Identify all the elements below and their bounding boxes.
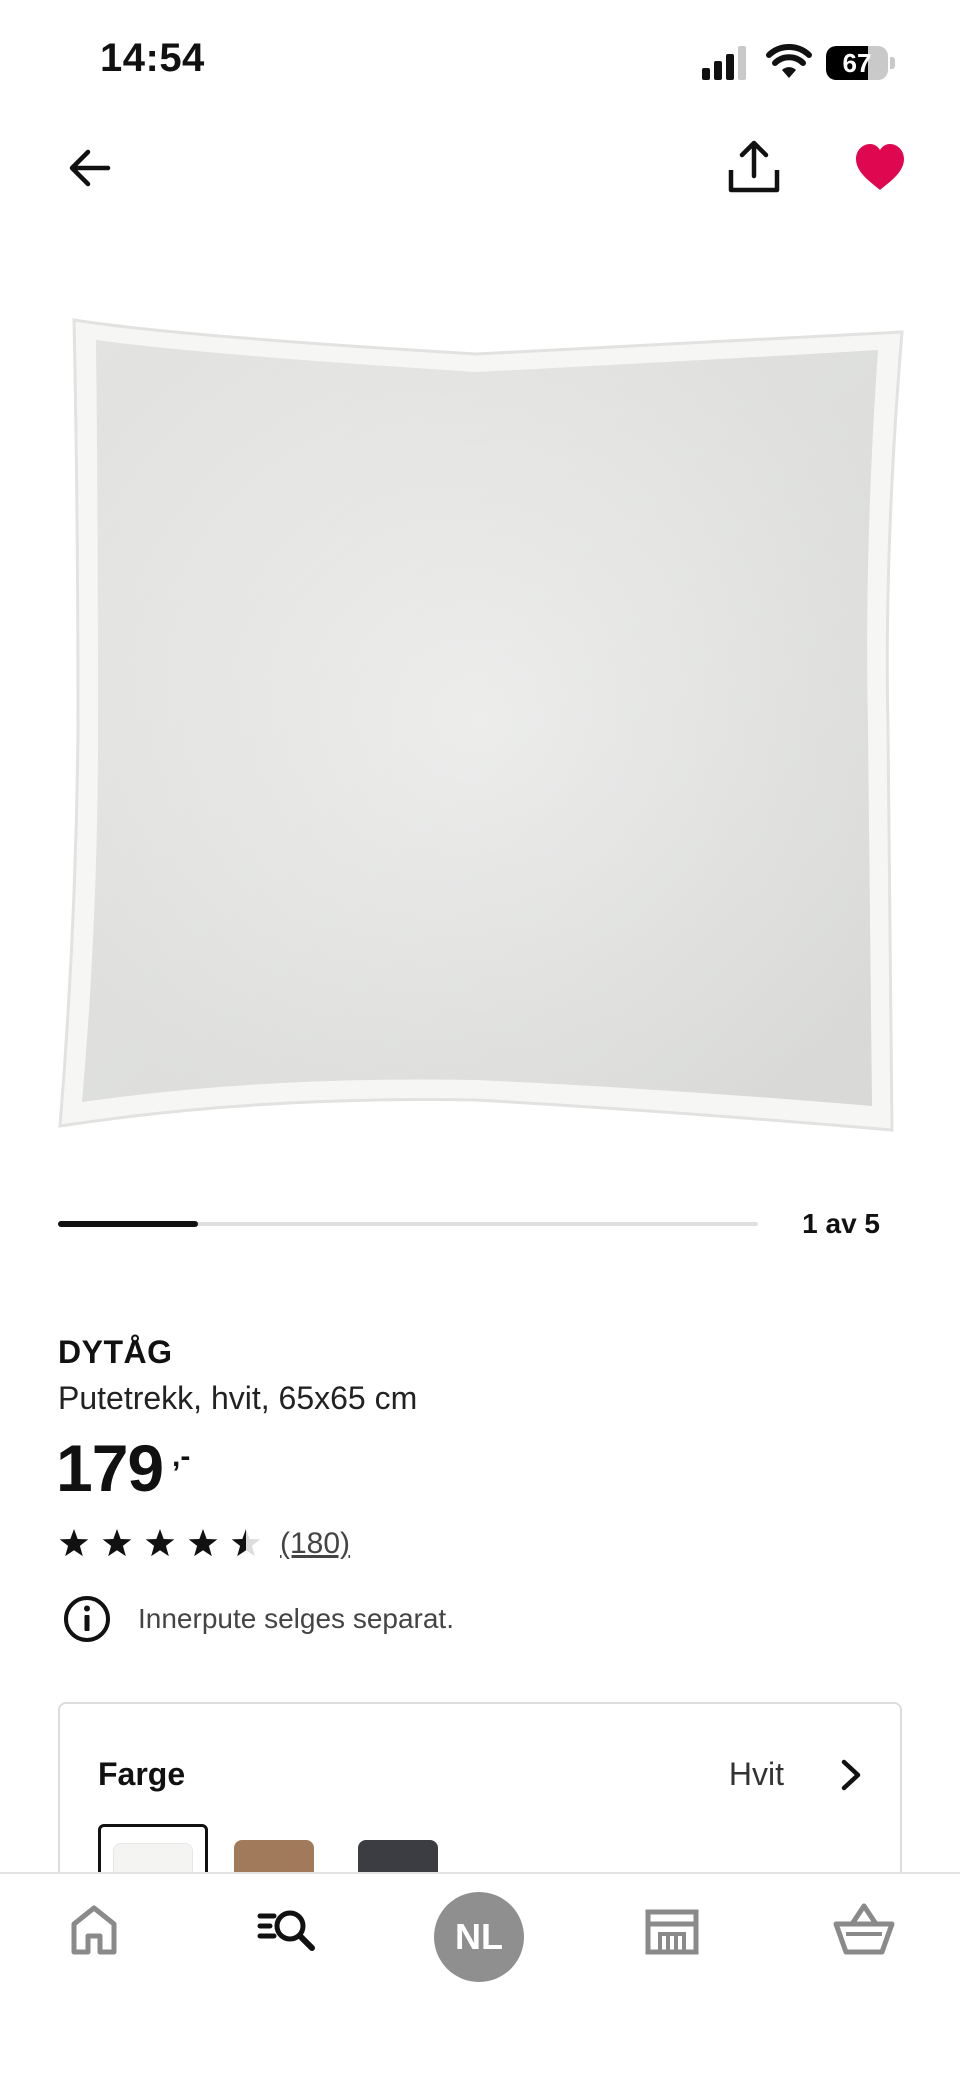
back-button[interactable] bbox=[62, 140, 118, 196]
search-list-icon[interactable] bbox=[246, 1890, 326, 1970]
status-bar: 14:54 67 bbox=[0, 0, 960, 120]
favorite-heart-button[interactable] bbox=[852, 140, 908, 196]
home-icon[interactable] bbox=[54, 1890, 134, 1970]
carousel-progress bbox=[58, 1221, 758, 1227]
info-icon bbox=[64, 1596, 110, 1642]
price-suffix: ,- bbox=[172, 1440, 191, 1473]
info-message: Innerpute selges separat. bbox=[138, 1603, 454, 1634]
star-icon bbox=[102, 1529, 132, 1557]
product-price: 179 bbox=[56, 1431, 164, 1505]
color-label: Farge bbox=[98, 1756, 186, 1792]
share-button[interactable] bbox=[726, 138, 782, 198]
store-icon[interactable] bbox=[632, 1890, 712, 1970]
carousel-progress-fill bbox=[58, 1221, 198, 1227]
chevron-right-icon[interactable] bbox=[836, 1758, 866, 1792]
star-icon bbox=[59, 1529, 89, 1557]
star-icon bbox=[188, 1529, 218, 1557]
battery-level: 67 bbox=[842, 48, 872, 78]
wifi-icon bbox=[766, 44, 812, 78]
image-counter: 1 av 5 bbox=[802, 1208, 880, 1239]
product-image-pillow[interactable] bbox=[56, 310, 906, 1140]
profile-avatar[interactable]: NL bbox=[434, 1892, 524, 1982]
star-icon bbox=[145, 1529, 175, 1557]
product-page: 14:54 67 1 av 5 DYTÅG Putetrekk, hvit, 6… bbox=[0, 0, 960, 2078]
review-count-link[interactable]: (180) bbox=[280, 1527, 350, 1561]
cellular-signal-icon bbox=[702, 46, 746, 80]
battery-indicator: 67 bbox=[826, 46, 896, 80]
basket-icon[interactable] bbox=[824, 1890, 904, 1970]
status-time: 14:54 bbox=[100, 36, 205, 80]
product-name: DYTÅG bbox=[58, 1334, 173, 1370]
battery-icon: 67 bbox=[826, 46, 888, 80]
selected-color-value: Hvit bbox=[728, 1756, 784, 1792]
rating-stars[interactable] bbox=[58, 1526, 268, 1562]
battery-tip bbox=[890, 57, 895, 69]
product-description: Putetrekk, hvit, 65x65 cm bbox=[58, 1380, 418, 1416]
